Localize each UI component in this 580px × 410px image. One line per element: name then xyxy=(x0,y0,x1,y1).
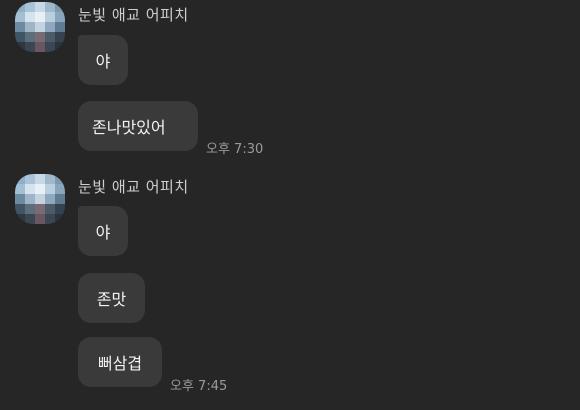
avatar-pixel xyxy=(25,174,35,184)
avatar-pixel xyxy=(35,184,45,194)
avatar-pixel xyxy=(45,204,55,214)
avatar[interactable] xyxy=(15,174,65,224)
avatar-pixel xyxy=(55,184,65,194)
avatar-pixel xyxy=(35,22,45,32)
avatar-pixel xyxy=(25,42,35,52)
avatar-pixel xyxy=(35,194,45,204)
avatar-pixel xyxy=(45,194,55,204)
avatar-pixel xyxy=(55,42,65,52)
avatar-pixel xyxy=(15,214,25,224)
avatar-pixel xyxy=(35,12,45,22)
avatar-pixel xyxy=(25,12,35,22)
avatar-pixel xyxy=(55,2,65,12)
avatar-pixel xyxy=(15,204,25,214)
avatar-pixel xyxy=(45,2,55,12)
avatar-pixel xyxy=(15,174,25,184)
avatar-pixel xyxy=(15,184,25,194)
avatar-pixel xyxy=(15,22,25,32)
avatar-pixel xyxy=(45,32,55,42)
avatar-pixel xyxy=(15,42,25,52)
message-timestamp: 오후 7:30 xyxy=(206,142,264,157)
avatar-pixel xyxy=(55,12,65,22)
message-bubble[interactable]: 뻐삼겹 xyxy=(78,337,162,387)
avatar-pixel xyxy=(35,42,45,52)
avatar-pixel xyxy=(45,12,55,22)
avatar-pixel xyxy=(35,174,45,184)
avatar-pixel xyxy=(45,184,55,194)
sender-name: 눈빛 애교 어피치 xyxy=(78,6,189,24)
avatar-pixel xyxy=(25,22,35,32)
avatar-pixel xyxy=(25,2,35,12)
message-bubble[interactable]: 존나맛있어 xyxy=(78,101,198,151)
message-bubble[interactable]: 야 xyxy=(78,206,128,256)
message-timestamp: 오후 7:45 xyxy=(170,379,228,394)
avatar-pixel xyxy=(25,184,35,194)
message-bubble[interactable]: 야 xyxy=(78,35,128,85)
avatar-pixel xyxy=(15,32,25,42)
avatar-pixel xyxy=(55,32,65,42)
avatar-pixel xyxy=(25,194,35,204)
avatar-pixel xyxy=(35,32,45,42)
avatar-pixel xyxy=(55,174,65,184)
avatar-pixel xyxy=(45,174,55,184)
avatar[interactable] xyxy=(15,2,65,52)
avatar-pixel xyxy=(25,204,35,214)
avatar-pixel xyxy=(55,22,65,32)
avatar-pixel xyxy=(55,194,65,204)
avatar-pixel xyxy=(15,12,25,22)
avatar-pixel xyxy=(35,214,45,224)
avatar-pixel xyxy=(25,214,35,224)
avatar-pixel xyxy=(25,32,35,42)
message-bubble[interactable]: 존맛 xyxy=(78,273,145,323)
avatar-pixel xyxy=(35,204,45,214)
avatar-pixel xyxy=(55,204,65,214)
avatar-pixel xyxy=(45,22,55,32)
avatar-pixel xyxy=(15,194,25,204)
avatar-pixel xyxy=(15,2,25,12)
avatar-pixel xyxy=(55,214,65,224)
avatar-pixel xyxy=(45,42,55,52)
sender-name: 눈빛 애교 어피치 xyxy=(78,178,189,196)
avatar-pixel xyxy=(45,214,55,224)
avatar-pixel xyxy=(35,2,45,12)
